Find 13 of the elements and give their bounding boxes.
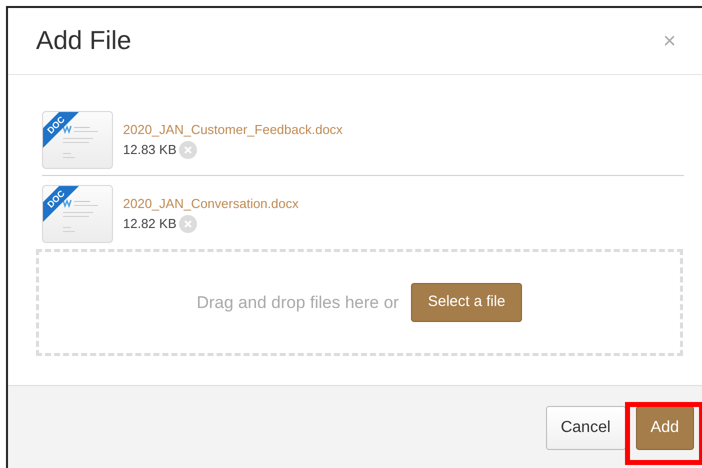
close-button[interactable]: × [663,30,676,52]
file-name[interactable]: 2020_JAN_Conversation.docx [123,194,299,214]
select-file-button[interactable]: Select a file [410,283,522,322]
file-name[interactable]: 2020_JAN_Customer_Feedback.docx [123,120,343,140]
cancel-button[interactable]: Cancel [546,406,626,450]
drop-hint: Drag and drop files here or [196,292,399,314]
remove-icon[interactable] [178,140,196,159]
file-size: 12.82 KB [123,214,176,233]
file-size: 12.83 KB [123,140,176,159]
dialog-title: Add File [36,24,132,58]
add-button[interactable]: Add [636,406,694,450]
drop-zone[interactable]: Drag and drop files here or Select a file [36,248,683,356]
remove-icon[interactable] [178,214,196,233]
